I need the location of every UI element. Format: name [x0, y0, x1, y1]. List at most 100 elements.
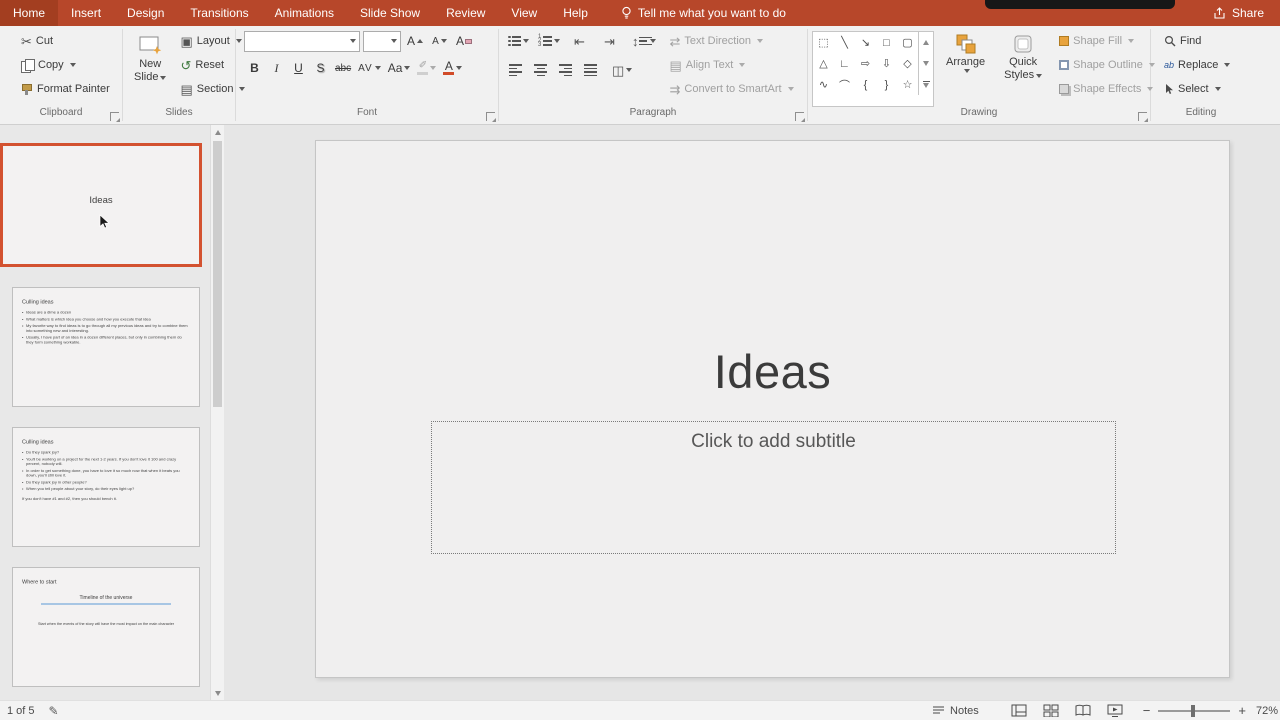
align-left-button[interactable]	[509, 64, 522, 76]
zoom-slider[interactable]	[1158, 710, 1230, 712]
reading-view-button[interactable]	[1075, 704, 1091, 717]
arrange-label: Arrange	[946, 56, 985, 69]
align-right-button[interactable]	[559, 64, 572, 76]
shape-cell[interactable]: ⇨	[855, 53, 876, 74]
quick-styles-button[interactable]: Quick Styles	[997, 30, 1049, 107]
shape-effects-button[interactable]: Shape Effects	[1054, 78, 1158, 100]
slide-thumbnail-4[interactable]: Where to start Timeline of the universe …	[12, 567, 200, 687]
tab-animations[interactable]: Animations	[262, 0, 347, 26]
shape-cell[interactable]: ⇩	[876, 53, 897, 74]
share-button[interactable]: Share	[1197, 0, 1280, 26]
slide-sorter-view-button[interactable]	[1043, 704, 1059, 717]
decrease-font-size-button[interactable]: A	[429, 30, 450, 52]
tab-slideshow[interactable]: Slide Show	[347, 0, 433, 26]
notes-button[interactable]: Notes	[932, 705, 979, 717]
shape-cell[interactable]: △	[813, 53, 834, 74]
select-button[interactable]: Select	[1159, 78, 1226, 100]
clipboard-dialog-launcher[interactable]	[110, 112, 119, 121]
shape-cell[interactable]: □	[876, 32, 897, 53]
scrollbar-up-button[interactable]	[211, 125, 224, 139]
new-slide-button[interactable]: New Slide	[127, 30, 173, 107]
zoom-out-button[interactable]: −	[1143, 703, 1151, 718]
align-center-button[interactable]	[534, 64, 547, 76]
reset-button[interactable]: ↺ Reset	[175, 54, 229, 76]
paragraph-group: ⇤ ⇥ ↕ ◫ ⇄Text Direction ▤Align Text ⇉Con…	[499, 26, 807, 124]
gallery-up-button[interactable]	[919, 32, 933, 53]
copy-button[interactable]: Copy	[16, 54, 81, 76]
character-spacing-button[interactable]: AV	[355, 57, 384, 79]
tab-insert[interactable]: Insert	[58, 0, 114, 26]
subtitle-placeholder[interactable]: Click to add subtitle	[431, 421, 1116, 554]
tab-home[interactable]: Home	[0, 0, 58, 26]
slides-group-label: Slides	[123, 107, 235, 124]
drawing-dialog-launcher[interactable]	[1138, 112, 1147, 121]
scrollbar-down-button[interactable]	[211, 686, 224, 700]
paragraph-dialog-launcher[interactable]	[795, 112, 804, 121]
shape-cell[interactable]: ∟	[834, 53, 855, 74]
ink-pen-icon[interactable]: ✎	[49, 704, 59, 718]
strikethrough-button[interactable]: abc	[332, 57, 354, 79]
text-highlight-button[interactable]: ✐	[414, 57, 439, 79]
tab-review[interactable]: Review	[433, 0, 498, 26]
shape-cell[interactable]: ↘	[855, 32, 876, 53]
font-size-select[interactable]	[363, 31, 401, 52]
format-painter-button[interactable]: Format Painter	[16, 78, 115, 100]
clear-formatting-button[interactable]: A	[453, 30, 475, 52]
cut-button[interactable]: ✂ Cut	[16, 30, 58, 52]
columns-button[interactable]: ◫	[609, 59, 635, 81]
zoom-percentage[interactable]: 72%	[1256, 705, 1278, 717]
slide-title-text[interactable]: Ideas	[316, 344, 1229, 399]
zoom-slider-thumb[interactable]	[1191, 705, 1195, 717]
font-name-select[interactable]	[244, 31, 360, 52]
find-button[interactable]: Find	[1159, 30, 1206, 52]
tab-design[interactable]: Design	[114, 0, 177, 26]
bold-button[interactable]: B	[244, 57, 265, 79]
underline-button[interactable]: U	[288, 57, 309, 79]
shape-outline-button[interactable]: Shape Outline	[1054, 54, 1160, 76]
tab-transitions[interactable]: Transitions	[177, 0, 261, 26]
shape-fill-button[interactable]: Shape Fill	[1054, 30, 1139, 52]
shape-cell[interactable]: ∿	[813, 74, 834, 95]
arrange-button[interactable]: Arrange	[939, 30, 992, 107]
replace-button[interactable]: ab Replace	[1159, 54, 1235, 76]
slideshow-view-button[interactable]	[1107, 704, 1123, 717]
slide-thumbnail-3[interactable]: Culling ideas Do they spark joy? You'll …	[12, 427, 200, 547]
shape-cell[interactable]: ⬚	[813, 32, 834, 53]
shapes-gallery[interactable]: ⬚ ╲ ↘ □ ▢ △ ∟ ⇨ ⇩ ◇ ∿ ⌒ { } ☆	[812, 31, 934, 107]
shape-cell[interactable]: }	[876, 74, 897, 95]
normal-view-button[interactable]	[1011, 704, 1027, 717]
new-slide-label-1: New	[139, 58, 161, 71]
increase-font-size-button[interactable]: A	[404, 30, 426, 52]
convert-smartart-button[interactable]: ⇉Convert to SmartArt	[665, 78, 799, 100]
shape-cell[interactable]: ╲	[834, 32, 855, 53]
tab-help[interactable]: Help	[550, 0, 601, 26]
shape-cell[interactable]: ▢	[897, 32, 918, 53]
tell-me-box[interactable]: Tell me what you want to do	[609, 0, 798, 26]
decrease-indent-button[interactable]: ⇤	[569, 30, 590, 52]
text-direction-button[interactable]: ⇄Text Direction	[665, 30, 769, 52]
gallery-more-button[interactable]	[919, 74, 933, 95]
current-slide[interactable]: Ideas Click to add subtitle	[315, 140, 1230, 678]
numbering-button[interactable]	[538, 36, 560, 46]
italic-button[interactable]: I	[266, 57, 287, 79]
tab-view[interactable]: View	[498, 0, 550, 26]
slide-thumbnail-1[interactable]: Ideas	[0, 143, 202, 267]
change-case-button[interactable]: Aa	[385, 57, 414, 79]
gallery-down-button[interactable]	[919, 53, 933, 74]
shape-cell[interactable]: ☆	[897, 74, 918, 95]
shape-cell[interactable]: ◇	[897, 53, 918, 74]
scrollbar-thumb[interactable]	[213, 141, 222, 407]
justify-button[interactable]	[584, 64, 597, 76]
align-text-button[interactable]: ▤Align Text	[665, 54, 751, 76]
font-color-button[interactable]: A	[440, 57, 465, 79]
text-shadow-button[interactable]: S	[310, 57, 331, 79]
bullets-button[interactable]	[507, 36, 529, 46]
shape-cell[interactable]: ⌒	[834, 74, 855, 95]
increase-indent-button[interactable]: ⇥	[599, 30, 620, 52]
zoom-in-button[interactable]: +	[1238, 703, 1246, 718]
line-spacing-button[interactable]: ↕	[629, 30, 659, 52]
slide-thumbnail-2[interactable]: Culling ideas Ideas are a dime a dozen W…	[12, 287, 200, 407]
shape-cell[interactable]: {	[855, 74, 876, 95]
thumbnail-scrollbar[interactable]	[210, 125, 224, 700]
font-dialog-launcher[interactable]	[486, 112, 495, 121]
